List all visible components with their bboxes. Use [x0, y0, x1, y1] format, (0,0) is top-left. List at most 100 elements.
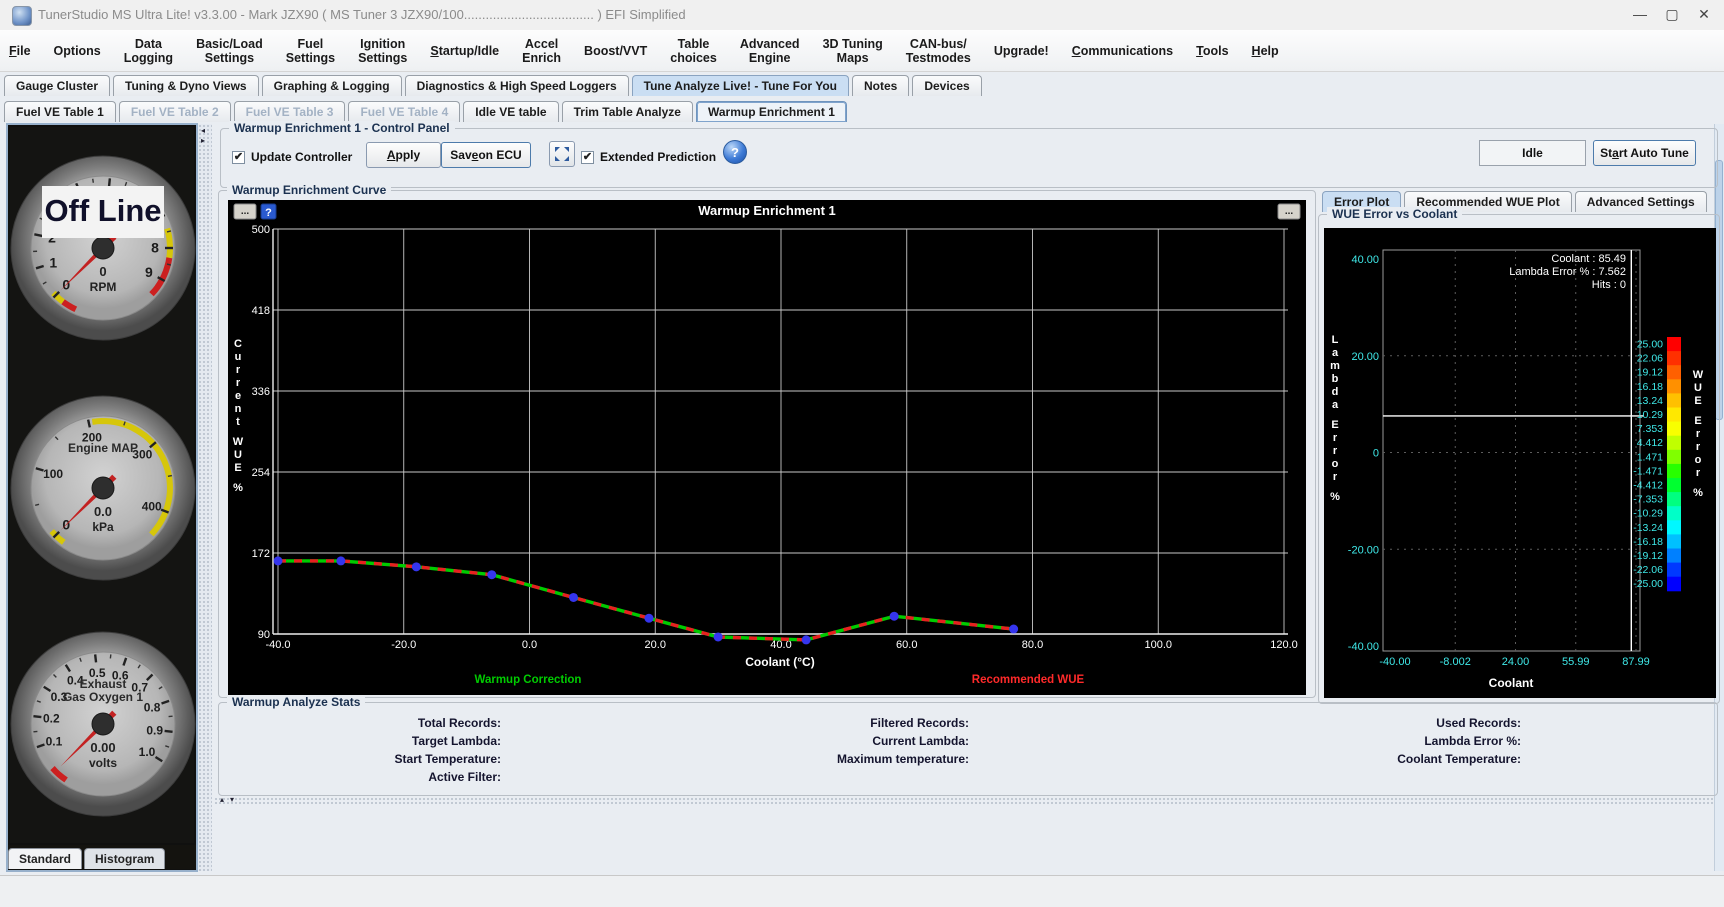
info-line: Lambda Error % : 7.562	[1509, 266, 1626, 278]
curve-point[interactable]	[890, 612, 899, 621]
menu-item-advanced[interactable]: AdvancedEngine	[737, 35, 803, 67]
menu-item-upgrade[interactable]: Upgrade!	[991, 42, 1052, 60]
svg-text:254: 254	[252, 467, 270, 479]
apply-button[interactable]: Apply	[366, 142, 441, 168]
curve-point[interactable]	[1009, 625, 1018, 634]
menu-item-data[interactable]: DataLogging	[121, 35, 176, 67]
tab-fuel-ve-table-3[interactable]: Fuel VE Table 3	[234, 101, 346, 122]
tab-fuel-ve-table-1[interactable]: Fuel VE Table 1	[4, 101, 116, 122]
menu-item-file[interactable]: File	[6, 42, 34, 60]
stat-label-start-temperature: Start Temperature:	[239, 751, 501, 769]
start-auto-tune-button[interactable]: Start Auto Tune	[1593, 140, 1696, 166]
menu-item-startup-idle[interactable]: Startup/Idle	[427, 42, 502, 60]
extended-prediction-checkbox[interactable]: ✔ Extended Prediction	[581, 150, 716, 164]
svg-text:7.353: 7.353	[1637, 423, 1663, 435]
tab-diagnostics-high-speed-loggers[interactable]: Diagnostics & High Speed Loggers	[405, 75, 629, 96]
menu-item-accel[interactable]: AccelEnrich	[519, 35, 564, 67]
svg-text:-8.002: -8.002	[1440, 656, 1471, 668]
svg-text:r: r	[236, 377, 241, 389]
svg-text:418: 418	[252, 305, 270, 317]
tab-notes[interactable]: Notes	[852, 75, 909, 96]
splitter-collapse-left-icon[interactable]: ◂	[201, 127, 205, 135]
legend-recommended-wue: Recommended WUE	[972, 674, 1085, 686]
menu-item-fuel[interactable]: FuelSettings	[283, 35, 338, 67]
stat-label-target-lambda: Target Lambda:	[239, 733, 501, 751]
tab-fuel-ve-table-2[interactable]: Fuel VE Table 2	[119, 101, 231, 122]
stat-label-used-records: Used Records:	[1239, 715, 1521, 733]
svg-text:0.0: 0.0	[94, 504, 112, 519]
gauge-tab-histogram[interactable]: Histogram	[84, 848, 165, 869]
tab-warmup-enrichment-1[interactable]: Warmup Enrichment 1	[696, 101, 847, 122]
svg-text:1.0: 1.0	[139, 745, 156, 759]
gauge-tab-standard[interactable]: Standard	[8, 848, 82, 869]
tab-advanced-settings[interactable]: Advanced Settings	[1575, 191, 1707, 212]
svg-text:%: %	[1693, 487, 1703, 499]
menu-item-table[interactable]: Tablechoices	[667, 35, 720, 67]
svg-text:-40.00: -40.00	[1379, 656, 1410, 668]
svg-text:20.00: 20.00	[1351, 351, 1379, 363]
svg-text:Gas Oxygen 1: Gas Oxygen 1	[63, 690, 143, 704]
checkbox-check-icon[interactable]: ✔	[232, 151, 245, 164]
splitter-down-icon[interactable]: ▾	[230, 796, 234, 804]
svg-text:0.2: 0.2	[43, 712, 60, 726]
menu-item-tools[interactable]: Tools	[1193, 42, 1231, 60]
menu-item-basic-load[interactable]: Basic/LoadSettings	[193, 35, 266, 67]
minimize-icon[interactable]: —	[1626, 0, 1654, 29]
tab-gauge-cluster[interactable]: Gauge Cluster	[4, 75, 110, 96]
maximize-icon[interactable]: ▢	[1658, 0, 1686, 29]
update-controller-checkbox[interactable]: ✔ Update Controller	[232, 150, 352, 164]
colorbar-segment	[1667, 464, 1681, 479]
tab-tuning-dyno-views[interactable]: Tuning & Dyno Views	[113, 75, 259, 96]
tab-devices[interactable]: Devices	[912, 75, 981, 96]
tab-graphing-logging[interactable]: Graphing & Logging	[262, 75, 402, 96]
curve-point[interactable]	[569, 593, 578, 602]
map-needle-hub	[92, 477, 114, 499]
menu-item-help[interactable]: Help	[1249, 42, 1282, 60]
curve-point[interactable]	[802, 635, 811, 644]
svg-text:E: E	[1694, 415, 1701, 427]
curve-point[interactable]	[336, 556, 345, 565]
tab-tune-analyze-live-tune-for-you[interactable]: Tune Analyze Live! - Tune For You	[632, 75, 849, 96]
menu-item-options[interactable]: Options	[51, 42, 104, 60]
help-icon[interactable]: ?	[723, 140, 747, 164]
svg-text:n: n	[235, 403, 242, 415]
svg-text:0.0: 0.0	[522, 639, 537, 651]
wue-error-plot: 40.0020.000-20.00-40.00-40.00-8.00224.00…	[1324, 228, 1716, 698]
close-icon[interactable]: ✕	[1690, 0, 1718, 29]
colorbar-segment	[1667, 549, 1681, 564]
menu-bar: File Options DataLogging Basic/LoadSettings…	[0, 30, 1724, 72]
tab-trim-table-analyze[interactable]: Trim Table Analyze	[562, 101, 693, 122]
svg-text:a: a	[1332, 347, 1339, 359]
vertical-splitter[interactable]: ◂ ▸	[198, 124, 212, 871]
curve-point[interactable]	[714, 632, 723, 641]
rpm-needle-hub	[92, 237, 114, 259]
menu-item-ignition[interactable]: IgnitionSettings	[355, 35, 410, 67]
curve-point[interactable]	[644, 614, 653, 623]
svg-text:-10.29: -10.29	[1633, 508, 1663, 520]
horizontal-splitter[interactable]: ▴ ▾	[214, 797, 1720, 805]
save-on-ecu-button[interactable]: Save on ECU	[441, 142, 531, 168]
menu-item-communications[interactable]: Communications	[1069, 42, 1176, 60]
svg-text:1.471: 1.471	[1637, 451, 1663, 463]
curve-point[interactable]	[412, 562, 421, 571]
curve-point[interactable]	[274, 556, 283, 565]
svg-text:r: r	[1696, 441, 1701, 453]
checkbox-check-icon[interactable]: ✔	[581, 151, 594, 164]
stats-column-3: Used Records:Lambda Error %:Coolant Temp…	[1239, 715, 1521, 769]
fullscreen-expand-icon[interactable]	[549, 141, 575, 167]
svg-text:o: o	[1332, 458, 1339, 470]
svg-text:r: r	[236, 364, 241, 376]
curve-point[interactable]	[487, 570, 496, 579]
menu-item-boost-vvt[interactable]: Boost/VVT	[581, 42, 650, 60]
tab-fuel-ve-table-4[interactable]: Fuel VE Table 4	[348, 101, 460, 122]
menu-item-can-bus[interactable]: CAN-bus/Testmodes	[903, 35, 974, 67]
svg-text:W: W	[233, 436, 244, 448]
menu-item-3d-tuning[interactable]: 3D TuningMaps	[820, 35, 886, 67]
tab-idle-ve-table[interactable]: Idle VE table	[463, 101, 558, 122]
svg-text:500: 500	[252, 224, 270, 236]
splitter-collapse-right-icon[interactable]: ▸	[201, 137, 205, 145]
splitter-up-icon[interactable]: ▴	[220, 796, 224, 804]
svg-text:80.0: 80.0	[1022, 639, 1043, 651]
svg-text:-19.12: -19.12	[1633, 550, 1663, 562]
svg-text:0.1: 0.1	[46, 735, 63, 749]
